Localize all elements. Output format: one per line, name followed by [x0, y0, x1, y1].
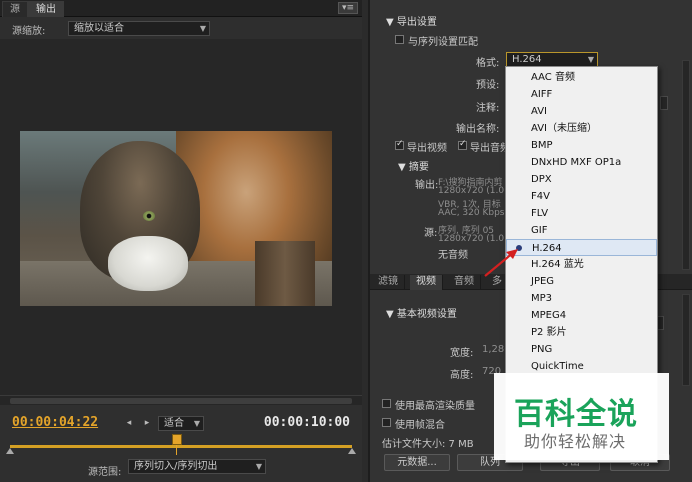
in-point-marker-icon[interactable]	[6, 448, 14, 454]
format-label: 格式:	[476, 58, 500, 69]
tab-filters[interactable]: 滤镜	[372, 275, 405, 290]
estimated-file-size: 估计文件大小: 7 MB	[382, 439, 474, 450]
export-audio-checkbox[interactable]	[458, 139, 467, 150]
source-output-panel: 源 输出 ▾≡ 源缩放: 缩放以适合 ▼ 00:00:04:22 ◂ ▸ 适合 …	[0, 0, 362, 482]
export-audio-label: 导出音频	[470, 143, 510, 154]
fit-dropdown[interactable]: 适合 ▼	[158, 416, 204, 431]
match-sequence-label: 与序列设置匹配	[408, 37, 478, 48]
out-point-marker-icon[interactable]	[348, 448, 356, 454]
output-name-label: 输出名称:	[456, 124, 500, 135]
format-option-h264-bluray[interactable]: H.264 蓝光	[506, 256, 657, 273]
summary-source-line: 1280x720 (1.0),	[438, 234, 511, 244]
preview-horizontal-scrollbar[interactable]	[0, 395, 362, 405]
panel-menu-icon[interactable]: ▾≡	[338, 2, 358, 14]
format-option-dpx[interactable]: DPX	[506, 171, 657, 188]
format-option-dnxhd[interactable]: DNxHD MXF OP1a	[506, 154, 657, 171]
format-option-avi[interactable]: AVI	[506, 103, 657, 120]
format-option-h264[interactable]: H.264	[506, 239, 657, 256]
tab-source[interactable]: 源	[2, 1, 28, 17]
playhead-line	[176, 445, 177, 455]
output-preview	[0, 39, 362, 395]
summary-heading[interactable]: ▼ 摘要	[398, 158, 429, 173]
format-value: H.264	[512, 54, 542, 65]
summary-source-line: 无音频	[438, 250, 468, 261]
timeline-scrubber[interactable]	[6, 434, 356, 455]
source-scaling-dropdown[interactable]: 缩放以适合 ▼	[68, 21, 210, 36]
summary-source-label: 源:	[424, 228, 438, 239]
export-video-label: 导出视频	[407, 143, 447, 154]
video-settings-scrollbar[interactable]	[682, 294, 690, 386]
disclosure-down-icon: ▼	[398, 162, 409, 173]
watermark-subtitle: 助你轻松解决	[524, 432, 627, 451]
settings-vertical-scrollbar[interactable]	[682, 60, 690, 270]
annotation-arrow-icon	[484, 249, 518, 277]
format-option-aiff[interactable]: AIFF	[506, 86, 657, 103]
source-range-label: 源范围:	[88, 467, 122, 478]
preset-label: 预设:	[476, 80, 500, 91]
timeline-track[interactable]	[10, 445, 352, 448]
chevron-down-icon: ▼	[587, 55, 594, 64]
source-scaling-label: 源缩放:	[12, 26, 46, 37]
chevron-down-icon: ▼	[199, 24, 206, 33]
format-option-mp3[interactable]: MP3	[506, 290, 657, 307]
current-timecode[interactable]: 00:00:04:22	[12, 415, 98, 430]
format-option-f4v[interactable]: F4V	[506, 188, 657, 205]
tab-output[interactable]: 输出	[28, 1, 64, 17]
summary-output-line: AAC, 320 Kbps,	[438, 208, 508, 218]
frame-blending-checkbox[interactable]	[382, 418, 391, 427]
format-option-jpeg[interactable]: JPEG	[506, 273, 657, 290]
width-label: 宽度:	[450, 348, 474, 359]
comment-field-edge[interactable]	[660, 96, 668, 110]
format-option-gif[interactable]: GIF	[506, 222, 657, 239]
frame-blending-label: 使用帧混合	[395, 420, 445, 431]
format-option-mpeg4[interactable]: MPEG4	[506, 307, 657, 324]
format-option-bmp[interactable]: BMP	[506, 137, 657, 154]
set-in-point-icon[interactable]: ◂	[122, 417, 136, 429]
max-render-quality-checkbox[interactable]	[382, 399, 391, 408]
preview-image	[20, 131, 332, 306]
format-option-p2[interactable]: P2 影片	[506, 324, 657, 341]
format-option-flv[interactable]: FLV	[506, 205, 657, 222]
summary-output-line: 1280x720 (1.0),	[438, 186, 511, 196]
match-sequence-checkbox[interactable]	[395, 35, 404, 44]
format-option-avi-uncompressed[interactable]: AVI（未压缩）	[506, 120, 657, 137]
source-range-value: 序列切入/序列切出	[134, 461, 218, 472]
format-option-png[interactable]: PNG	[506, 341, 657, 358]
source-range-dropdown[interactable]: 序列切入/序列切出 ▼	[128, 459, 266, 474]
format-option-aac[interactable]: AAC 音频	[506, 69, 657, 86]
monitor-tabs: 源 输出 ▾≡	[0, 0, 362, 17]
height-label: 高度:	[450, 370, 474, 381]
tab-video[interactable]: 视频	[410, 275, 443, 290]
tab-audio[interactable]: 音频	[448, 275, 481, 290]
duration-timecode: 00:00:10:00	[263, 415, 350, 430]
scrollbar-thumb[interactable]	[10, 398, 352, 404]
max-render-quality-label: 使用最高渲染质量	[395, 401, 475, 412]
chevron-down-icon: ▼	[255, 462, 262, 471]
basic-video-heading[interactable]: ▼ 基本视频设置	[386, 305, 457, 320]
chevron-down-icon: ▼	[193, 419, 200, 428]
watermark-title: 百科全说	[514, 397, 638, 432]
set-out-point-icon[interactable]: ▸	[140, 417, 154, 429]
format-option-label: H.264	[532, 243, 562, 254]
export-video-checkbox[interactable]	[395, 139, 404, 150]
disclosure-down-icon: ▼	[386, 309, 397, 320]
fit-value: 适合	[164, 418, 184, 429]
format-dropdown[interactable]: H.264 ▼	[506, 52, 598, 67]
metadata-button[interactable]: 元数据...	[384, 454, 450, 471]
source-scaling-row: 源缩放: 缩放以适合 ▼	[0, 17, 362, 39]
summary-output-label: 输出:	[415, 180, 439, 191]
comment-label: 注释:	[476, 103, 500, 114]
source-scaling-value: 缩放以适合	[74, 23, 124, 34]
export-settings-heading[interactable]: ▼ 导出设置	[386, 13, 437, 28]
playhead-handle[interactable]	[172, 434, 182, 445]
watermark-logo: 百科全说 助你轻松解决	[494, 373, 669, 460]
disclosure-down-icon: ▼	[386, 17, 397, 28]
